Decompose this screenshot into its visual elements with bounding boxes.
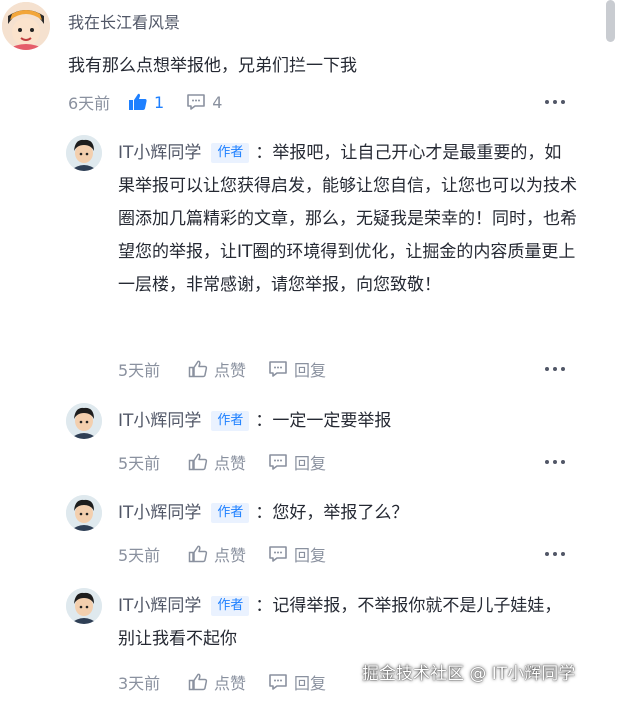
comment-meta: 6天前 1 4 bbox=[68, 91, 244, 114]
like-label: 点赞 bbox=[214, 546, 247, 565]
reply-count-button[interactable]: 4 bbox=[186, 93, 222, 112]
like-label: 点赞 bbox=[214, 361, 247, 380]
boy-avatar-icon bbox=[66, 495, 102, 531]
cartoon-avatar-icon bbox=[2, 2, 50, 50]
like-count: 1 bbox=[154, 92, 165, 112]
reply-avatar[interactable] bbox=[66, 135, 102, 171]
reply-time: 5天前 bbox=[118, 546, 161, 565]
reply-content: IT小辉同学 作者 ：您好，举报了么？ bbox=[118, 497, 578, 530]
reply-author[interactable]: IT小辉同学 bbox=[118, 411, 201, 431]
reply-avatar[interactable] bbox=[66, 495, 102, 531]
reply-content: IT小辉同学 作者 ：一定一定要举报 bbox=[118, 405, 578, 438]
reply-meta: 3天前 点赞 回复 bbox=[118, 671, 348, 693]
comment-icon bbox=[269, 361, 287, 377]
more-options-icon[interactable] bbox=[545, 460, 567, 466]
reply-label: 回复 bbox=[294, 454, 327, 473]
avatar[interactable] bbox=[2, 2, 50, 50]
like-button[interactable]: 点赞 bbox=[188, 357, 246, 381]
reply-button[interactable]: 回复 bbox=[268, 357, 326, 381]
reply-meta: 5天前 点赞 回复 bbox=[118, 451, 348, 473]
reply-avatar[interactable] bbox=[66, 403, 102, 439]
reply-content: IT小辉同学 作者 ：举报吧，让自己开心才是最重要的，如果举报可以让您获得启发，能够… bbox=[118, 137, 578, 302]
author-badge: 作者 bbox=[211, 411, 250, 431]
comment-icon bbox=[269, 454, 287, 470]
comment-icon bbox=[269, 674, 287, 690]
comment-text: 我有那么点想举报他，兄弟们拦一下我 bbox=[68, 56, 357, 76]
thumbs-up-outline-icon bbox=[188, 545, 208, 563]
comment-icon bbox=[269, 546, 287, 562]
reply-count: 4 bbox=[212, 92, 223, 112]
thumbs-up-icon bbox=[129, 93, 147, 110]
comment-author[interactable]: 我在长江看风景 bbox=[68, 9, 180, 33]
author-badge: 作者 bbox=[211, 143, 250, 163]
reply-time: 5天前 bbox=[118, 454, 161, 473]
reply-meta: 5天前 点赞 回复 bbox=[118, 543, 348, 565]
reply-text: ：您好，举报了么？ bbox=[255, 503, 409, 523]
comment-time: 6天前 bbox=[68, 94, 111, 113]
reply-label: 回复 bbox=[294, 674, 327, 693]
comment-icon bbox=[187, 94, 205, 110]
boy-avatar-icon bbox=[66, 135, 102, 171]
reply-author[interactable]: IT小辉同学 bbox=[118, 596, 201, 616]
like-button[interactable]: 点赞 bbox=[188, 542, 246, 566]
reply-text: ：一定一定要举报 bbox=[255, 411, 392, 431]
reply-button[interactable]: 回复 bbox=[268, 670, 326, 694]
thumbs-up-outline-icon bbox=[188, 673, 208, 691]
reply-button[interactable]: 回复 bbox=[268, 450, 326, 474]
reply-text: ：举报吧，让自己开心才是最重要的，如果举报可以让您获得启发，能够让您自信，让您也… bbox=[118, 143, 577, 295]
scrollbar[interactable] bbox=[602, 0, 618, 701]
author-badge: 作者 bbox=[211, 503, 250, 523]
like-label: 点赞 bbox=[214, 454, 247, 473]
boy-avatar-icon bbox=[66, 403, 102, 439]
thumbs-up-outline-icon bbox=[188, 360, 208, 378]
like-button[interactable]: 1 bbox=[128, 93, 164, 112]
more-options-icon[interactable] bbox=[545, 552, 567, 558]
reply-time: 3天前 bbox=[118, 674, 161, 693]
reply-author[interactable]: IT小辉同学 bbox=[118, 503, 201, 523]
reply-label: 回复 bbox=[294, 546, 327, 565]
scrollbar-thumb[interactable] bbox=[606, 0, 615, 42]
like-button[interactable]: 点赞 bbox=[188, 450, 246, 474]
reply-button[interactable]: 回复 bbox=[268, 542, 326, 566]
reply-meta: 5天前 点赞 回复 bbox=[118, 358, 348, 380]
reply-avatar[interactable] bbox=[66, 588, 102, 624]
reply-author[interactable]: IT小辉同学 bbox=[118, 143, 201, 163]
reply-time: 5天前 bbox=[118, 361, 161, 380]
like-label: 点赞 bbox=[214, 674, 247, 693]
reply-content: IT小辉同学 作者 ：记得举报，不举报你就不是儿子娃娃，别让我看不起你 bbox=[118, 590, 578, 656]
more-options-icon[interactable] bbox=[545, 367, 567, 373]
watermark: 掘金技术社区 @ IT小辉同学 bbox=[362, 664, 576, 684]
reply-label: 回复 bbox=[294, 361, 327, 380]
boy-avatar-icon bbox=[66, 588, 102, 624]
thumbs-up-outline-icon bbox=[188, 453, 208, 471]
author-badge: 作者 bbox=[211, 596, 250, 616]
more-options-icon[interactable] bbox=[545, 100, 567, 106]
like-button[interactable]: 点赞 bbox=[188, 670, 246, 694]
